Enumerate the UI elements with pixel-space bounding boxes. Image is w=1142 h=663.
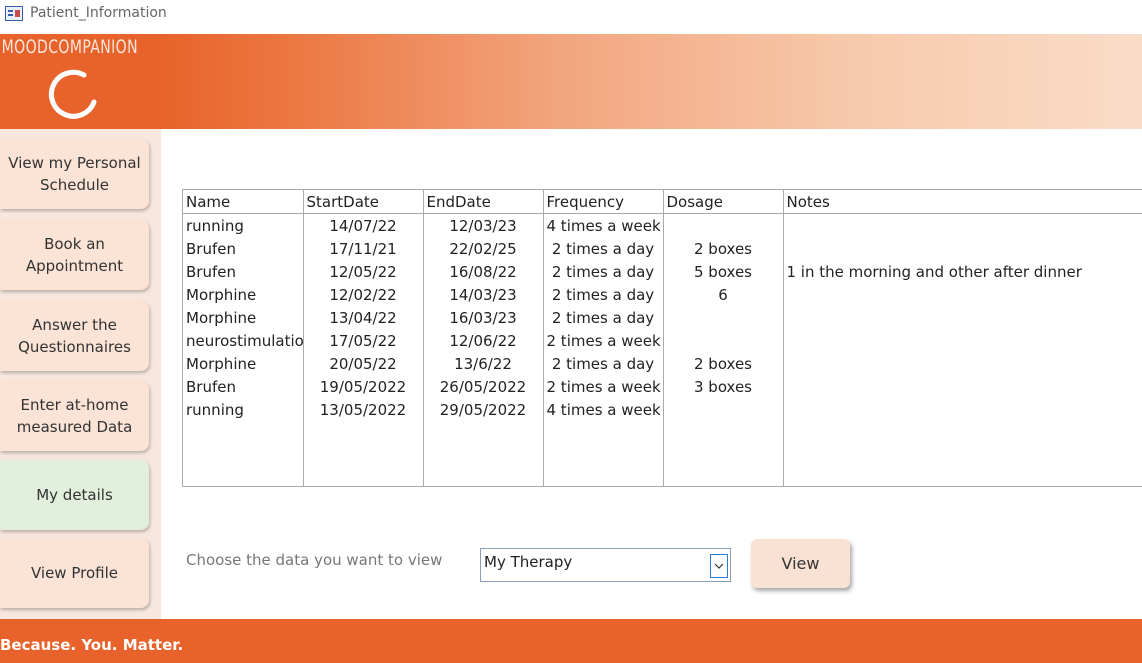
table-row[interactable]: Brufen 19/05/2022 26/05/2022 2 times a week…: [183, 375, 1142, 398]
window-title: Patient_Information: [30, 5, 167, 21]
view-button[interactable]: View: [751, 539, 850, 588]
table-row[interactable]: neurostimulatio 17/05/22 12/06/22 2 times a…: [183, 329, 1142, 352]
table-row[interactable]: running 13/05/2022 29/05/2022 4 times a wee…: [183, 398, 1142, 421]
data-type-dropdown[interactable]: My Therapy: [480, 548, 731, 582]
column-header: EndDate: [423, 190, 544, 214]
table-row[interactable]: Brufen 17/11/21 22/02/25 2 times a day 2 box…: [183, 237, 1142, 260]
column-header: Name: [183, 190, 304, 214]
sidebar: View my Personal Schedule Book an Appoin…: [0, 129, 161, 619]
form-icon: [5, 6, 23, 21]
column-header: Dosage: [663, 190, 784, 214]
table-row[interactable]: running 14/07/22 12/03/23 4 times a week: [183, 213, 1142, 237]
table-header-row: Name StartDate EndDate Frequency Dosage …: [183, 190, 1142, 214]
my-details-button[interactable]: My details: [0, 460, 149, 530]
table-row[interactable]: Morphine 12/02/22 14/03/23 2 times a day 6: [183, 283, 1142, 306]
column-header: StartDate: [303, 190, 424, 214]
brand-name: MOODCOMPANION: [1, 36, 139, 58]
column-header: Notes: [783, 190, 1142, 214]
table-filler-row: [183, 421, 1142, 486]
view-profile-button[interactable]: View Profile: [0, 538, 149, 608]
book-appointment-button[interactable]: Book an Appointment: [0, 220, 149, 290]
therapy-table: Name StartDate EndDate Frequency Dosage …: [182, 189, 1142, 487]
logo-ring-icon: [48, 69, 97, 119]
chevron-down-icon[interactable]: [710, 554, 728, 578]
choose-data-label: Choose the data you want to view: [186, 551, 443, 569]
column-header: Frequency: [543, 190, 664, 214]
logo: MOODCOMPANION: [0, 34, 161, 129]
footer: Because. You. Matter.: [0, 619, 1142, 663]
title-bar: Patient_Information: [0, 0, 1142, 34]
schedule-button[interactable]: View my Personal Schedule: [0, 139, 149, 209]
footer-tagline: Because. You. Matter.: [0, 636, 184, 654]
table-row[interactable]: Morphine 13/04/22 16/03/23 2 times a day: [183, 306, 1142, 329]
table-row[interactable]: Morphine 20/05/22 13/6/22 2 times a day 2 bo…: [183, 352, 1142, 375]
header-banner: [161, 34, 1142, 129]
dropdown-value: My Therapy: [484, 553, 573, 571]
table-row[interactable]: Brufen 12/05/22 16/08/22 2 times a day 5 box…: [183, 260, 1142, 283]
measured-data-button[interactable]: Enter at-home measured Data: [0, 381, 149, 451]
questionnaires-button[interactable]: Answer the Questionnaires: [0, 301, 149, 371]
